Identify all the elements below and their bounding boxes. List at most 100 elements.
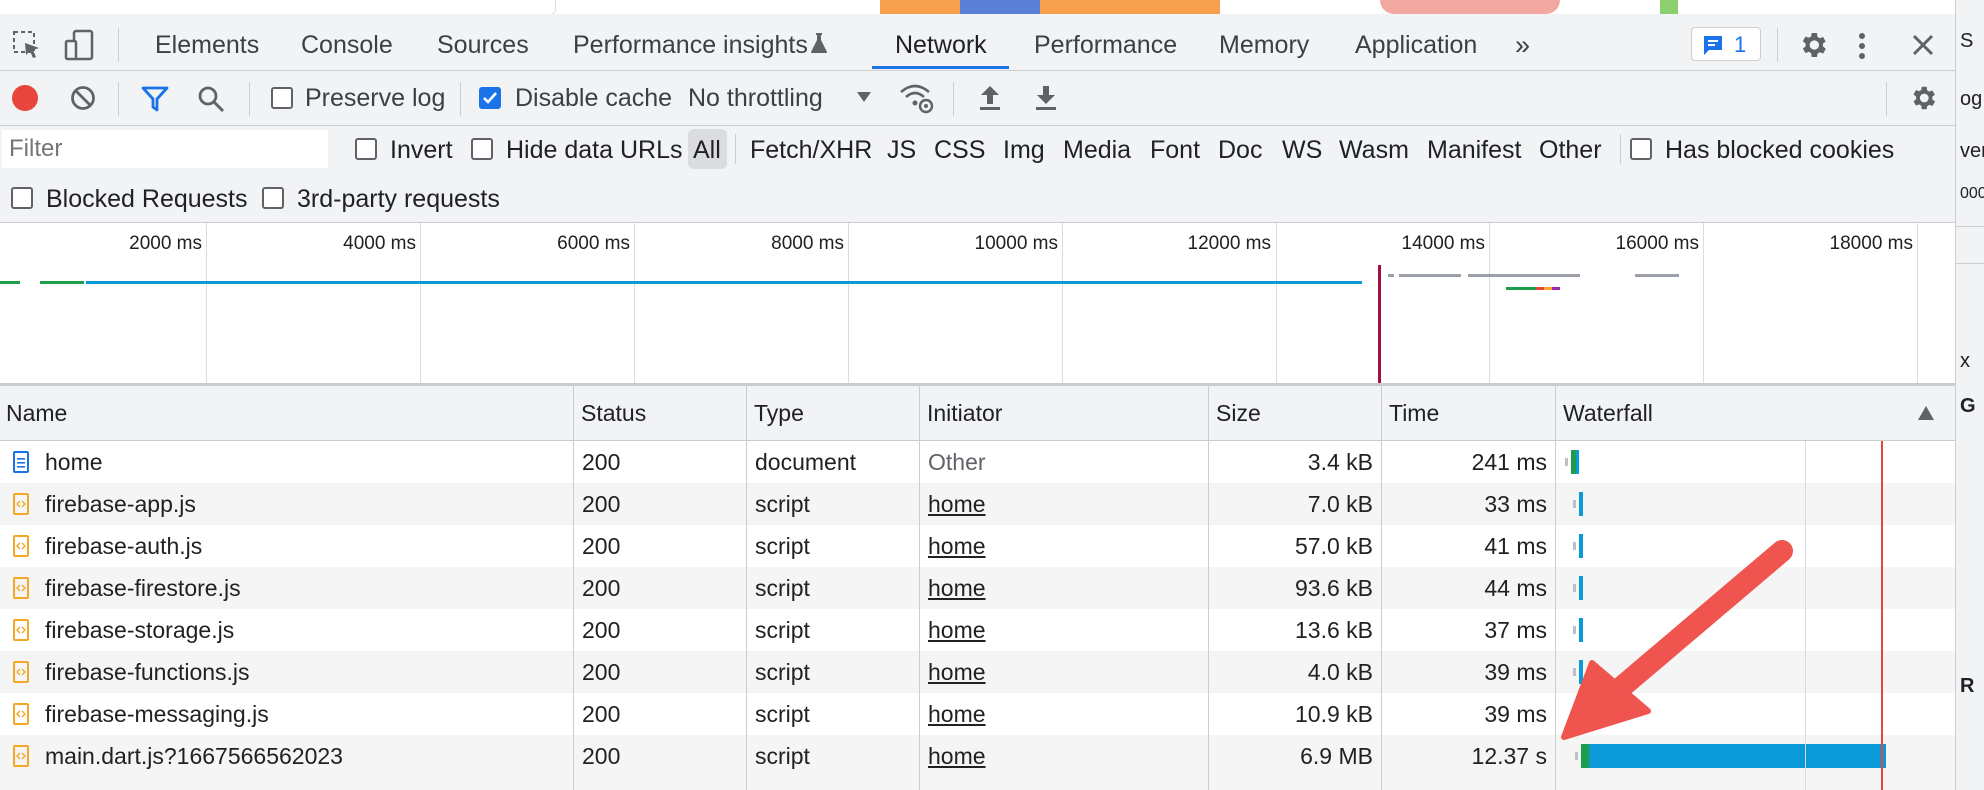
more-options-icon[interactable]	[1856, 31, 1868, 61]
type-filter-img[interactable]: Img	[1003, 130, 1045, 170]
network-conditions-icon[interactable]	[899, 82, 935, 114]
record-button[interactable]	[12, 85, 38, 111]
column-header-initiator[interactable]: Initiator	[921, 386, 1207, 440]
cell-initiator[interactable]: home	[928, 483, 1204, 525]
table-row[interactable]	[0, 777, 1955, 790]
side-panel-text: ver	[1960, 140, 1984, 162]
tab-console[interactable]: Console	[301, 22, 393, 68]
third-party-requests-label: 3rd-party requests	[297, 185, 500, 213]
column-header-type[interactable]: Type	[748, 386, 918, 440]
cell-name[interactable]: firebase-messaging.js	[45, 693, 565, 735]
overview-bar-gray	[1399, 274, 1461, 277]
cell-initiator[interactable]: home	[928, 651, 1204, 693]
type-filter-doc[interactable]: Doc	[1218, 130, 1262, 170]
waterfall-bar[interactable]	[1589, 744, 1886, 768]
cell-name[interactable]: firebase-functions.js	[45, 651, 565, 693]
type-filter-fetch-xhr[interactable]: Fetch/XHR	[750, 130, 872, 170]
preserve-log-checkbox[interactable]	[271, 87, 293, 109]
table-row[interactable]: home 200 document Other 3.4 kB 241 ms	[0, 441, 1955, 483]
column-header-name[interactable]: Name	[0, 386, 573, 440]
type-filter-manifest[interactable]: Manifest	[1427, 130, 1521, 170]
type-filter-media[interactable]: Media	[1063, 130, 1131, 170]
script-icon	[13, 661, 29, 683]
hide-data-urls-checkbox[interactable]	[471, 138, 493, 160]
toolbar-separator	[1886, 82, 1887, 116]
script-icon	[13, 535, 29, 557]
table-row[interactable]: firebase-app.js 200 script home 7.0 kB 33 ms	[0, 483, 1955, 525]
preserve-log-label: Preserve log	[305, 84, 446, 112]
cell-initiator[interactable]: home	[928, 567, 1204, 609]
device-toolbar-icon[interactable]	[64, 29, 96, 61]
tab-sources[interactable]: Sources	[437, 22, 529, 68]
tab-application[interactable]: Application	[1355, 22, 1477, 68]
disable-cache-checkbox[interactable]	[479, 87, 501, 109]
column-header-time[interactable]: Time	[1383, 386, 1553, 440]
cell-size: 3.4 kB	[1307, 449, 1373, 475]
chevron-down-icon[interactable]	[857, 92, 871, 102]
type-filter-js[interactable]: JS	[887, 130, 916, 170]
type-filter-all[interactable]: All	[693, 130, 721, 170]
cell-initiator[interactable]: home	[928, 609, 1204, 651]
more-tabs-button[interactable]: »	[1515, 22, 1530, 68]
column-divider	[919, 386, 920, 790]
type-filter-font[interactable]: Font	[1150, 130, 1200, 170]
column-header-status[interactable]: Status	[575, 386, 745, 440]
cell-name[interactable]: firebase-storage.js	[45, 609, 565, 651]
toolbar-separator	[460, 82, 461, 116]
cell-name[interactable]: main.dart.js?1667566562023	[45, 735, 565, 777]
waterfall-bar[interactable]	[1576, 450, 1579, 474]
waterfall-bar[interactable]	[1581, 744, 1589, 768]
overview-timeline[interactable]: 2000 ms 4000 ms 6000 ms 8000 ms 10000 ms…	[0, 223, 1955, 386]
import-har-icon[interactable]	[978, 84, 1002, 112]
cell-name[interactable]: home	[45, 441, 565, 483]
waterfall-load-line	[1881, 441, 1883, 790]
third-party-requests-checkbox[interactable]	[262, 187, 284, 209]
cell-initiator[interactable]: home	[928, 735, 1204, 777]
close-devtools-icon[interactable]	[1911, 33, 1935, 57]
overview-bar-gray	[1500, 274, 1580, 277]
network-settings-gear-icon[interactable]	[1908, 83, 1938, 113]
column-header-waterfall[interactable]: Waterfall	[1557, 386, 1857, 440]
cell-name[interactable]: firebase-auth.js	[45, 525, 565, 567]
waterfall-bar[interactable]	[1579, 492, 1583, 516]
type-filter-ws[interactable]: WS	[1282, 130, 1322, 170]
cell-status: 200	[582, 701, 621, 727]
type-filter-other[interactable]: Other	[1539, 130, 1602, 170]
filter-input[interactable]	[2, 130, 328, 168]
cell-initiator[interactable]: home	[928, 693, 1204, 735]
blocked-requests-checkbox[interactable]	[11, 187, 33, 209]
clear-icon[interactable]	[70, 85, 96, 111]
overview-gridline	[1062, 223, 1063, 383]
cell-status: 200	[582, 743, 621, 769]
invert-checkbox[interactable]	[355, 138, 377, 160]
search-icon[interactable]	[197, 85, 225, 113]
issues-badge[interactable]: 1	[1691, 27, 1761, 61]
tab-memory[interactable]: Memory	[1219, 22, 1309, 68]
column-header-size[interactable]: Size	[1210, 386, 1380, 440]
cell-time: 37 ms	[1484, 617, 1547, 643]
has-blocked-cookies-checkbox[interactable]	[1630, 138, 1652, 160]
tab-performance-insights[interactable]: Performance insights	[573, 22, 808, 68]
overview-tick-label: 14000 ms	[1401, 233, 1485, 254]
settings-gear-icon[interactable]	[1797, 29, 1829, 61]
filter-funnel-icon[interactable]	[141, 86, 169, 112]
cell-size: 10.9 kB	[1295, 701, 1373, 727]
tab-elements[interactable]: Elements	[155, 22, 259, 68]
filter-separator	[735, 134, 736, 164]
cell-name[interactable]: firebase-firestore.js	[45, 567, 565, 609]
cell-time: 44 ms	[1484, 575, 1547, 601]
side-panel-close-icon[interactable]: x	[1960, 350, 1970, 373]
sort-ascending-icon[interactable]	[1918, 406, 1934, 420]
type-filter-wasm[interactable]: Wasm	[1339, 130, 1409, 170]
cell-name[interactable]: firebase-app.js	[45, 483, 565, 525]
cell-initiator: Other	[928, 449, 986, 475]
inspect-element-icon[interactable]	[12, 30, 42, 60]
tab-performance[interactable]: Performance	[1034, 22, 1177, 68]
script-icon	[13, 577, 29, 599]
tab-network[interactable]: Network	[895, 22, 987, 68]
export-har-icon[interactable]	[1034, 84, 1058, 112]
throttling-select[interactable]: No throttling	[688, 71, 823, 125]
cell-initiator[interactable]: home	[928, 525, 1204, 567]
type-filter-css[interactable]: CSS	[934, 130, 985, 170]
cell-time: 241 ms	[1471, 449, 1547, 475]
